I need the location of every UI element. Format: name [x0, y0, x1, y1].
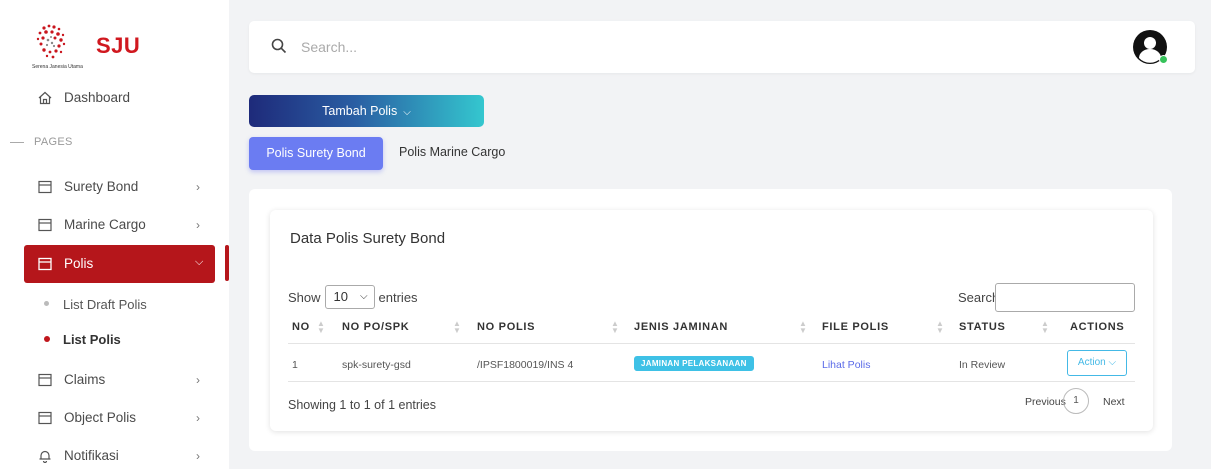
sidebar-item-label: Polis [64, 256, 94, 271]
sort-icon: ▲ ▼ [453, 319, 461, 335]
chevron-down-icon: ⌵ [403, 107, 411, 118]
table-search-input[interactable] [995, 283, 1135, 312]
sidebar-item-label: Marine Cargo [64, 217, 146, 232]
chevron-right-icon: › [196, 218, 200, 232]
tambah-polis-dropdown-button[interactable]: Tambah Polis ⌵ [249, 95, 484, 127]
sidebar-item-polis[interactable]: Polis ⌵ [24, 245, 215, 283]
row-action-dropdown-button[interactable]: Action ⌵ [1067, 350, 1127, 376]
table-header-divider [288, 343, 1135, 344]
active-indicator [225, 245, 229, 281]
brand-logo[interactable]: SJU Serena Janesia Utama [32, 22, 222, 72]
bullet-icon [44, 336, 50, 342]
tab-polis-surety-bond[interactable]: Polis Surety Bond [249, 137, 383, 170]
calendar-icon [38, 373, 52, 387]
sidebar-item-label: Claims [64, 372, 106, 387]
sidebar-subitem-list-polis[interactable]: List Polis [0, 325, 229, 353]
bullet-icon [44, 301, 49, 306]
column-header-status[interactable]: STATUS [959, 321, 1006, 333]
column-header-file-polis[interactable]: FILE POLIS [822, 321, 889, 333]
tambah-polis-label: Tambah Polis [322, 104, 398, 118]
global-search-input[interactable] [301, 37, 701, 57]
column-header-no-po-spk[interactable]: NO PO/SPK [342, 321, 409, 333]
sidebar-item-claims[interactable]: Claims › [0, 362, 229, 398]
entries-select[interactable]: 10 ⌵ [324, 285, 375, 309]
sidebar: SJU Serena Janesia Utama Dashboard PAGES… [0, 0, 229, 469]
search-icon [271, 38, 287, 54]
column-header-no-polis[interactable]: NO POLIS [477, 321, 535, 333]
sidebar-item-marine-cargo[interactable]: Marine Cargo › [0, 207, 229, 243]
calendar-icon [38, 257, 52, 271]
pages-section-label: PAGES [10, 136, 73, 148]
entries-length-control: Show 10 ⌵ entries [288, 285, 418, 309]
brand-mark-icon [36, 24, 66, 59]
cell-no: 1 [292, 359, 298, 371]
online-status-indicator [1159, 55, 1168, 64]
chevron-right-icon: › [196, 180, 200, 194]
calendar-icon [38, 218, 52, 232]
chevron-down-icon: ⌵ [195, 256, 204, 268]
sidebar-item-label: Notifikasi [64, 448, 119, 463]
chevron-right-icon: › [196, 373, 200, 387]
sort-icon: ▲ ▼ [317, 319, 325, 335]
column-header-jenis-jaminan[interactable]: JENIS JAMINAN [634, 321, 728, 333]
status-text: In Review [959, 359, 1006, 371]
sidebar-item-object-polis[interactable]: Object Polis › [0, 400, 229, 436]
pagination-next[interactable]: Next [1103, 396, 1125, 408]
calendar-icon [38, 180, 52, 194]
chevron-down-icon: ⌵ [1108, 357, 1117, 368]
sort-icon: ▲ ▼ [1041, 319, 1049, 335]
cell-no-polis: /IPSF1800019/INS 4 [477, 359, 574, 371]
home-icon [38, 91, 52, 105]
sidebar-item-notifikasi[interactable]: Notifikasi › [0, 438, 229, 469]
jenis-jaminan-badge: JAMINAN PELAKSANAAN [634, 356, 754, 371]
brand-name: SJU [96, 33, 141, 58]
sort-icon: ▲ ▼ [799, 319, 807, 335]
sidebar-subitem-label: List Polis [63, 332, 121, 347]
card-title: Data Polis Surety Bond [290, 230, 446, 247]
table-bottom-divider [288, 381, 1135, 382]
calendar-icon [38, 411, 52, 425]
bell-icon [39, 450, 51, 463]
chevron-right-icon: › [196, 411, 200, 425]
pagination-page-1[interactable]: 1 [1063, 388, 1089, 414]
column-header-no[interactable]: NO [292, 321, 310, 333]
sidebar-item-label: Dashboard [64, 90, 131, 105]
sidebar-item-dashboard[interactable]: Dashboard [0, 80, 229, 116]
column-header-actions: ACTIONS [1070, 321, 1125, 333]
show-label: Show [288, 289, 321, 305]
sidebar-item-label: Surety Bond [64, 179, 139, 194]
data-table-card: Data Polis Surety Bond Show 10 ⌵ entries … [270, 210, 1153, 431]
sidebar-item-label: Object Polis [64, 410, 137, 425]
cell-no-po-spk: spk-surety-gsd [342, 359, 411, 371]
sidebar-item-surety-bond[interactable]: Surety Bond › [0, 169, 229, 205]
brand-subtitle: Serena Janesia Utama [32, 64, 83, 70]
lihat-polis-link[interactable]: Lihat Polis [822, 359, 870, 371]
sidebar-subitem-label: List Draft Polis [63, 297, 147, 312]
chevron-right-icon: › [196, 449, 200, 463]
sidebar-subitem-list-draft-polis[interactable]: List Draft Polis [0, 290, 229, 318]
pagination-previous[interactable]: Previous [1025, 396, 1066, 408]
table-info: Showing 1 to 1 of 1 entries [288, 398, 437, 412]
top-search-bar [249, 21, 1195, 73]
tab-polis-marine-cargo[interactable]: Polis Marine Cargo [399, 145, 505, 159]
sort-icon: ▲ ▼ [936, 319, 944, 335]
chevron-down-icon: ⌵ [359, 291, 368, 302]
entries-label: entries [378, 289, 418, 305]
sort-icon: ▲ ▼ [611, 319, 619, 335]
